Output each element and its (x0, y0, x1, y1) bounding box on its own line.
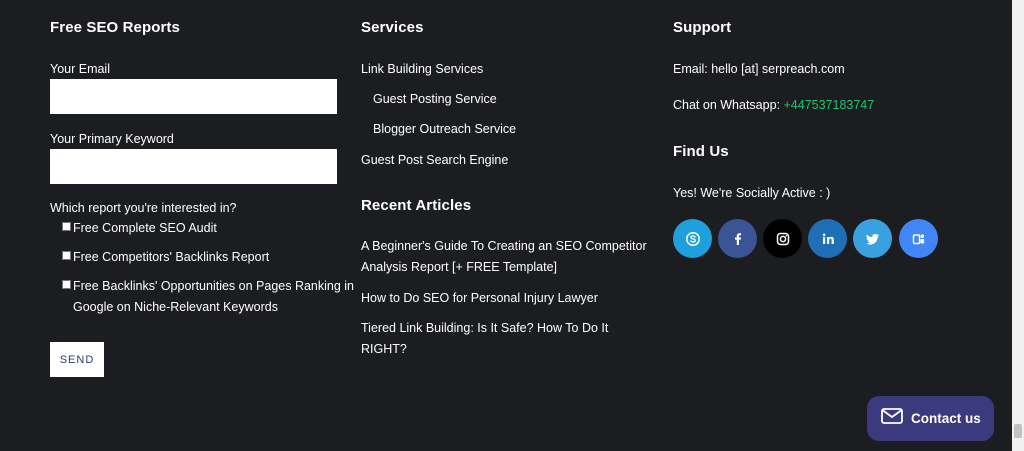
report-option: Free Complete SEO Audit (62, 218, 362, 239)
backlinks-report-checkbox[interactable] (62, 251, 71, 260)
report-option-label: Free Competitors' Backlinks Report (73, 250, 270, 264)
email-label: Your Email (50, 62, 110, 76)
services-link-blogger-outreach[interactable]: Blogger Outreach Service (373, 122, 516, 136)
audit-checkbox[interactable] (62, 222, 71, 231)
whatsapp-prefix: Chat on Whatsapp: (673, 98, 784, 112)
article-link[interactable]: A Beginner's Guide To Creating an SEO Co… (361, 236, 651, 278)
contact-us-button[interactable]: Contact us (867, 396, 994, 441)
services-link-guest-posting[interactable]: Guest Posting Service (373, 92, 497, 106)
services-heading: Services (361, 19, 424, 36)
envelope-icon (881, 408, 903, 429)
keyword-field[interactable] (50, 149, 337, 184)
google-my-business-icon[interactable] (899, 219, 938, 258)
seo-reports-heading: Free SEO Reports (50, 19, 180, 36)
report-option-label: Free Complete SEO Audit (73, 221, 217, 235)
scrollbar-thumb[interactable] (1014, 424, 1022, 438)
article-link[interactable]: Tiered Link Building: Is It Safe? How To… (361, 318, 651, 360)
report-option: Free Competitors' Backlinks Report (62, 247, 362, 268)
linkedin-icon[interactable] (808, 219, 847, 258)
whatsapp-number-link[interactable]: +447537183747 (783, 98, 874, 112)
opportunities-checkbox[interactable] (62, 280, 71, 289)
services-link-link-building[interactable]: Link Building Services (361, 62, 483, 76)
report-option-label: Free Backlinks' Opportunities on Pages R… (73, 279, 355, 314)
whatsapp-line: Chat on Whatsapp: +447537183747 (673, 98, 874, 112)
recent-articles-heading: Recent Articles (361, 197, 472, 214)
twitter-icon[interactable] (853, 219, 892, 258)
send-button[interactable]: SEND (50, 342, 104, 377)
support-heading: Support (673, 19, 732, 36)
skype-icon[interactable] (673, 219, 712, 258)
email-field[interactable] (50, 79, 337, 114)
page-scrollbar[interactable] (1012, 0, 1024, 451)
report-option: Free Backlinks' Opportunities on Pages R… (62, 276, 362, 318)
keyword-label: Your Primary Keyword (50, 132, 174, 146)
facebook-icon[interactable] (718, 219, 757, 258)
find-us-tagline: Yes! We're Socially Active : ) (673, 186, 831, 200)
support-email: Email: hello [at] serpreach.com (673, 62, 845, 76)
article-link[interactable]: How to Do SEO for Personal Injury Lawyer (361, 288, 651, 309)
services-link-guest-post-search[interactable]: Guest Post Search Engine (361, 153, 508, 167)
contact-us-label: Contact us (911, 411, 981, 426)
report-question: Which report you're interested in? (50, 201, 237, 215)
find-us-heading: Find Us (673, 143, 729, 160)
instagram-icon[interactable] (763, 219, 802, 258)
